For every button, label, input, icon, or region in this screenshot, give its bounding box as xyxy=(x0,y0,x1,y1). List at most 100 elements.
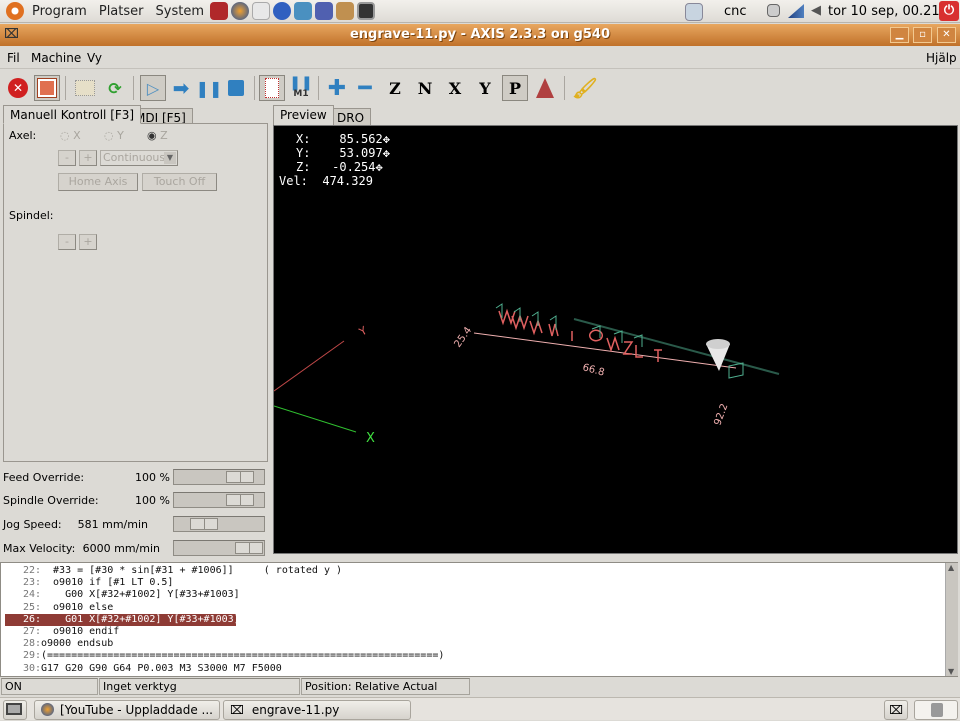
axis-radio-z[interactable]: ◉ Z xyxy=(147,129,168,142)
code-line[interactable]: 26: G01 X[#32+#1002] Y[#33+#1003] xyxy=(5,613,240,626)
view-x-button[interactable]: X xyxy=(442,75,468,101)
clock[interactable]: tor 10 sep, 00.21 xyxy=(828,4,940,19)
scroll-up-icon[interactable]: ▲ xyxy=(948,563,954,572)
clear-backplot-button[interactable]: 🖌 xyxy=(572,75,598,101)
jog-plus-button[interactable]: + xyxy=(79,150,97,166)
max-velocity-slider[interactable] xyxy=(173,540,265,556)
view-p-button[interactable]: P xyxy=(502,75,528,101)
launcher-icon[interactable] xyxy=(209,2,228,20)
maximize-button[interactable]: ▫ xyxy=(913,27,932,43)
menu-platser[interactable]: Platser xyxy=(99,4,144,19)
task-youtube[interactable]: [YouTube - Uppladdade ... xyxy=(34,700,220,720)
username[interactable]: cnc xyxy=(724,4,747,19)
power-icon[interactable]: ⏻ xyxy=(939,1,959,21)
line-number: 25: xyxy=(22,601,41,613)
top-panel: Program Platser System cnc ◀ tor 10 sep,… xyxy=(0,0,960,23)
jog-increment-select[interactable]: Continuous ▼ xyxy=(100,150,178,166)
signal-icon[interactable] xyxy=(788,4,804,18)
workspace-switcher[interactable]: ⌧ xyxy=(884,700,908,720)
zoom-out-button[interactable]: ━ xyxy=(352,75,378,101)
code-line[interactable]: 24: G00 X[#32+#1002] Y[#33+#1003] xyxy=(5,589,240,601)
slider-thumb[interactable] xyxy=(226,471,254,483)
gcode-scrollbar[interactable]: ▲ ▼ xyxy=(945,563,958,676)
view-z2-button[interactable]: N xyxy=(412,75,438,101)
spindle-override-slider[interactable] xyxy=(173,492,265,508)
stop-button[interactable] xyxy=(223,75,249,101)
view-z-icon: Z xyxy=(389,78,401,98)
axis-radio-x[interactable]: ◌ X xyxy=(60,129,81,142)
show-desktop-button[interactable] xyxy=(3,700,27,720)
block-delete-button[interactable] xyxy=(259,75,285,101)
block-delete-icon xyxy=(265,78,279,98)
reload-button[interactable]: ⟳ xyxy=(102,75,128,101)
menu-program[interactable]: Program xyxy=(32,4,87,19)
scroll-down-icon[interactable]: ▼ xyxy=(948,667,954,676)
estop-button[interactable]: ✕ xyxy=(5,75,31,101)
app-icon[interactable] xyxy=(314,2,333,20)
minimize-button[interactable]: ▁ xyxy=(890,27,909,43)
menu-system[interactable]: System xyxy=(156,4,204,19)
tab-manual-control[interactable]: Manuell Kontroll [F3] xyxy=(3,105,142,124)
run-button[interactable]: ▷ xyxy=(140,75,166,101)
max-velocity-label: Max Velocity: xyxy=(3,542,76,555)
jog-minus-button[interactable]: - xyxy=(58,150,76,166)
menu-help[interactable]: Hjälp xyxy=(926,51,957,65)
pause-button[interactable]: ❚❚ xyxy=(196,75,223,101)
feed-override-slider[interactable] xyxy=(173,469,265,485)
view-x-icon: X xyxy=(448,78,462,98)
optional-stop-button[interactable]: ❚❚ M1 xyxy=(288,75,314,101)
tab-preview[interactable]: Preview xyxy=(273,105,334,125)
spindle-override-value: 100 % xyxy=(135,494,170,507)
y-min-label: 25.4 xyxy=(452,325,474,350)
line-text: o9010 if [#1 LT 0.5] xyxy=(41,577,174,589)
axis-radio-y[interactable]: ◌ Y xyxy=(104,129,124,142)
view-z-button[interactable]: Z xyxy=(382,75,408,101)
step-button[interactable]: ➡ xyxy=(168,75,194,101)
slider-thumb[interactable] xyxy=(226,494,254,506)
code-line[interactable]: 27: o9010 endif xyxy=(5,626,119,638)
close-button[interactable]: ✕ xyxy=(937,27,956,43)
volume-icon[interactable]: ◀ xyxy=(811,3,821,18)
home-axis-button[interactable]: Home Axis xyxy=(58,173,138,191)
machine-power-button[interactable] xyxy=(34,75,60,101)
help-icon[interactable] xyxy=(272,2,291,20)
jog-speed-slider[interactable] xyxy=(173,516,265,532)
touch-off-button[interactable]: Touch Off xyxy=(142,173,217,191)
menu-machine[interactable]: Machine xyxy=(31,51,81,65)
mail-icon[interactable] xyxy=(251,2,270,20)
trash-button[interactable] xyxy=(914,700,958,720)
window-titlebar[interactable]: ⌧ engrave-11.py - AXIS 2.3.3 on g540 xyxy=(0,24,960,46)
slider-thumb[interactable] xyxy=(235,542,263,554)
spindle-plus-button[interactable]: + xyxy=(79,234,97,250)
slider-thumb[interactable] xyxy=(190,518,218,530)
code-line[interactable]: 25: o9010 else xyxy=(5,602,113,614)
settings-icon[interactable] xyxy=(335,2,354,20)
terminal-icon[interactable] xyxy=(356,2,375,20)
code-line[interactable]: 23: o9010 if [#1 LT 0.5] xyxy=(5,577,174,589)
firefox-icon xyxy=(41,703,54,716)
task-engrave[interactable]: ⌧ engrave-11.py xyxy=(223,700,411,720)
code-line[interactable]: 28:o9000 endsub xyxy=(5,638,113,650)
zoom-in-button[interactable]: ✚ xyxy=(324,75,350,101)
gcode-listing[interactable]: 22: #33 = [#30 * sin[#31 + #1006]] ( rot… xyxy=(0,562,958,677)
line-text: G00 X[#32+#1002] Y[#33+#1003] xyxy=(41,589,240,601)
axis-z-label: Z xyxy=(160,129,168,142)
view-y-button[interactable]: Y xyxy=(472,75,498,101)
ubuntu-logo-icon[interactable] xyxy=(6,2,24,20)
code-line[interactable]: 29:(====================================… xyxy=(5,650,444,662)
virtualbox-icon[interactable] xyxy=(293,2,312,20)
menu-fil[interactable]: Fil xyxy=(7,51,20,65)
line-text: #33 = [#30 * sin[#31 + #1006]] ( rotated… xyxy=(41,565,343,576)
preview-canvas[interactable]: X: 85.562✥ Y: 53.097✥ Z: -0.254✥ Vel: 47… xyxy=(273,125,958,554)
open-file-button[interactable] xyxy=(72,75,98,101)
tray-icon[interactable] xyxy=(767,4,780,17)
rotate-view-button[interactable] xyxy=(532,75,558,101)
task-label: engrave-11.py xyxy=(251,703,340,717)
manual-control-panel: Axel: ◌ X ◌ Y ◉ Z - + Continuous ▼ Home A… xyxy=(3,123,268,462)
code-line[interactable]: 22: #33 = [#30 * sin[#31 + #1006]] ( rot… xyxy=(5,565,342,577)
menu-vy[interactable]: Vy xyxy=(87,51,102,65)
spindle-minus-button[interactable]: - xyxy=(58,234,76,250)
code-line[interactable]: 30:G17 G20 G90 G64 P0.003 M3 S3000 M7 F5… xyxy=(5,663,282,675)
network-tray-icon[interactable] xyxy=(685,3,703,21)
firefox-icon[interactable] xyxy=(230,2,249,20)
